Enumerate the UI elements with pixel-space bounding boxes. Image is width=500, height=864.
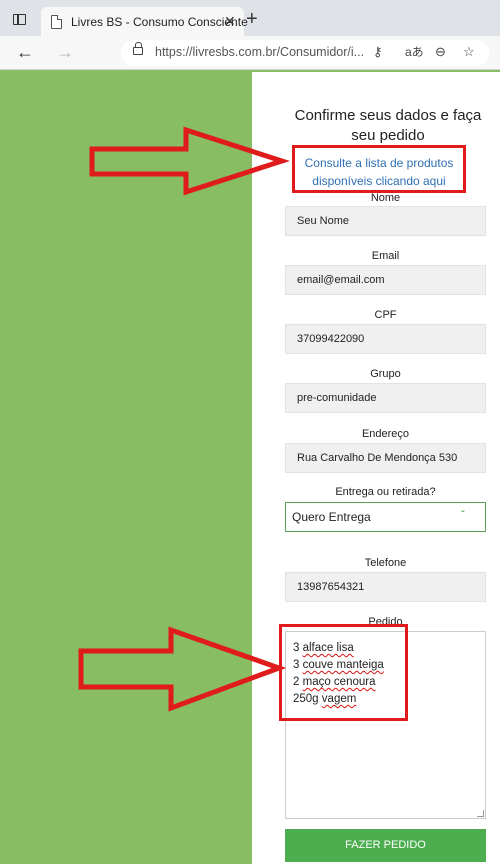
browser-tab-bar: Livres BS - Consumo Consciente ✕ +	[0, 0, 500, 37]
nome-input[interactable]: Seu Nome	[285, 206, 486, 236]
lock-icon[interactable]	[133, 42, 143, 55]
browser-tab[interactable]: Livres BS - Consumo Consciente ✕	[41, 7, 248, 37]
forward-arrow-icon[interactable]: →	[56, 41, 74, 63]
telefone-label: Telefone	[364, 557, 407, 569]
annotation-arrow-top-icon	[89, 126, 290, 196]
entrega-select[interactable]: Quero Entrega ˇ	[285, 502, 486, 532]
tab-title: Livres BS - Consumo Consciente	[71, 15, 248, 29]
submit-order-button[interactable]: FAZER PEDIDO	[285, 829, 486, 862]
annotation-arrow-bottom-icon	[78, 626, 286, 712]
browser-toolbar: ← → https://livresbs.com.br/Consumidor/i…	[0, 36, 500, 70]
resize-grip-icon[interactable]	[477, 810, 484, 817]
email-input[interactable]: email@email.com	[285, 265, 486, 295]
endereco-input[interactable]: Rua Carvalho De Mendonça 530	[285, 443, 486, 473]
page-icon	[51, 15, 62, 29]
new-tab-button[interactable]: +	[246, 9, 258, 29]
back-arrow-icon[interactable]: ←	[16, 41, 34, 63]
cpf-label: CPF	[374, 309, 397, 321]
url-text[interactable]: https://livresbs.com.br/Consumidor/i...	[155, 45, 364, 59]
annotation-box-order	[279, 624, 408, 721]
endereco-label: Endereço	[361, 428, 410, 440]
close-tab-icon[interactable]: ✕	[224, 13, 236, 29]
tab-actions-icon[interactable]	[13, 14, 26, 25]
entrega-selected-value: Quero Entrega	[292, 510, 371, 524]
entrega-label: Entrega ou retirada?	[335, 486, 436, 498]
favorite-star-icon[interactable]: ☆	[463, 44, 475, 60]
grupo-label: Grupo	[370, 368, 401, 380]
annotation-box-link	[292, 145, 466, 193]
email-label: Email	[371, 250, 400, 262]
cpf-input[interactable]: 37099422090	[285, 324, 486, 354]
key-icon[interactable]: ⚷	[373, 44, 383, 60]
telefone-input[interactable]: 13987654321	[285, 572, 486, 602]
page-title: Confirme seus dados e faça seu pedido	[294, 107, 482, 144]
read-aloud-icon[interactable]: aあ	[405, 44, 424, 60]
chevron-down-icon: ˇ	[461, 508, 465, 522]
grupo-input[interactable]: pre-comunidade	[285, 383, 486, 413]
nome-label: Nome	[370, 192, 401, 204]
zoom-icon[interactable]: ⊖	[435, 44, 446, 60]
address-bar[interactable]: https://livresbs.com.br/Consumidor/i... …	[121, 40, 489, 66]
